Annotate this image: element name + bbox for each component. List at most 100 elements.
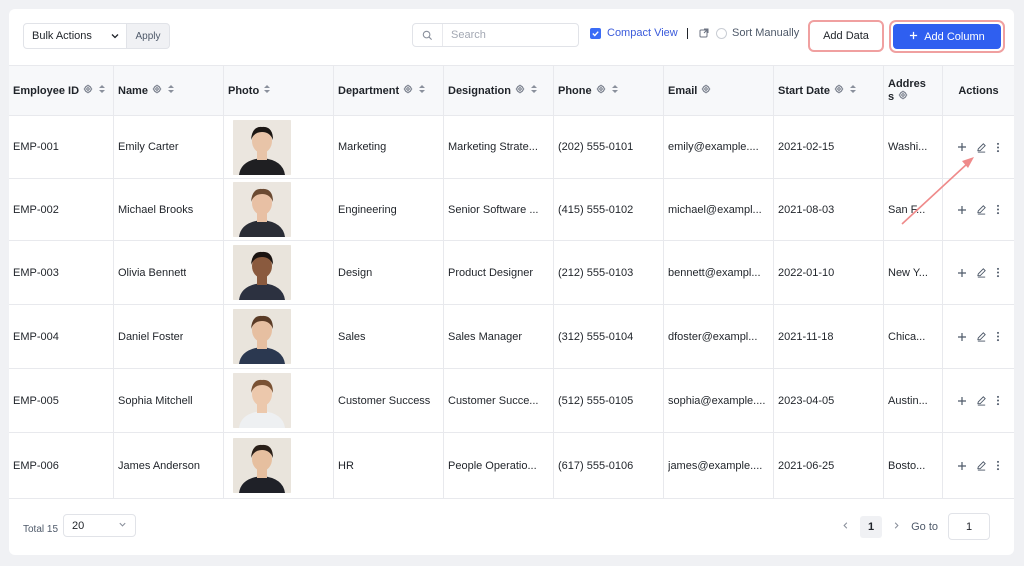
add-data-label: Add Data	[823, 30, 869, 42]
column-header-photo[interactable]: Photo	[224, 66, 334, 115]
avatar	[233, 309, 291, 364]
cell-start-date: 2021-06-25	[774, 433, 884, 498]
column-header-start-date[interactable]: Start Date	[774, 66, 884, 115]
column-header-email[interactable]: Email	[664, 66, 774, 115]
cell-id: EMP-005	[9, 369, 114, 432]
plus-icon[interactable]	[957, 205, 967, 215]
cell-department: Design	[334, 241, 444, 304]
gear-icon[interactable]	[83, 84, 93, 97]
more-vertical-icon[interactable]	[996, 204, 1000, 215]
cell-text: 2021-11-18	[778, 330, 834, 343]
pencil-icon[interactable]	[976, 460, 987, 471]
add-column-label: Add Column	[924, 30, 985, 43]
gear-icon[interactable]	[701, 84, 711, 97]
search-box[interactable]	[412, 23, 579, 47]
bulk-actions-select[interactable]: Bulk Actions	[23, 23, 127, 49]
next-page-icon[interactable]	[892, 521, 901, 533]
cell-email: emily@example....	[664, 116, 774, 178]
cell-text: EMP-003	[13, 266, 59, 279]
sort-icon[interactable]	[849, 84, 857, 97]
cell-id: EMP-004	[9, 305, 114, 368]
cell-photo	[224, 241, 334, 304]
cell-text: sophia@example....	[668, 394, 766, 407]
more-vertical-icon[interactable]	[996, 267, 1000, 278]
sort-icon[interactable]	[167, 84, 175, 97]
sort-icon[interactable]	[611, 84, 619, 97]
gear-icon[interactable]	[834, 84, 844, 97]
pencil-icon[interactable]	[976, 331, 987, 342]
sort-manually-toggle[interactable]: Sort Manually	[716, 27, 799, 39]
cell-text: (312) 555-0104	[558, 330, 634, 343]
add-column-button[interactable]: Add Column	[893, 24, 1001, 49]
cell-designation: Marketing Strate...	[444, 116, 554, 178]
column-header-designation[interactable]: Designation	[444, 66, 554, 115]
cell-start-date: 2023-04-05	[774, 369, 884, 432]
plus-icon	[909, 31, 918, 43]
column-header-employee-id[interactable]: Employee ID	[9, 66, 114, 115]
more-vertical-icon[interactable]	[996, 331, 1000, 342]
column-header-name[interactable]: Name	[114, 66, 224, 115]
pencil-icon[interactable]	[976, 267, 987, 278]
page-number-current[interactable]: 1	[860, 515, 883, 538]
cell-photo	[224, 116, 334, 178]
pencil-icon[interactable]	[976, 142, 987, 153]
page-size-select[interactable]: 20	[63, 514, 136, 537]
cell-text: Sales Manager	[448, 330, 522, 343]
cell-department: Sales	[334, 305, 444, 368]
header-icons	[83, 84, 106, 97]
sort-icon[interactable]	[530, 84, 538, 97]
bulk-actions-label: Bulk Actions	[32, 30, 92, 42]
avatar	[233, 373, 291, 428]
table-body: EMP-001 Emily Carter Marketing Marketing St…	[9, 116, 1014, 499]
apply-button[interactable]: Apply	[127, 23, 170, 49]
cell-phone: (312) 555-0104	[554, 305, 664, 368]
more-vertical-icon[interactable]	[996, 395, 1000, 406]
cell-text: Austin...	[888, 394, 928, 407]
cell-text: (202) 555-0101	[558, 141, 634, 153]
gear-icon[interactable]	[403, 84, 413, 97]
header-icons	[701, 84, 711, 97]
pencil-icon[interactable]	[976, 204, 987, 215]
header-icons	[515, 84, 538, 97]
column-header-label: Email	[668, 84, 698, 97]
add-data-button[interactable]: Add Data	[808, 20, 884, 52]
compact-view-toggle[interactable]: Compact View	[590, 27, 678, 39]
sort-icon[interactable]	[98, 84, 106, 97]
plus-icon[interactable]	[957, 268, 967, 278]
sort-icon[interactable]	[263, 84, 271, 97]
cell-text: dfoster@exampl...	[668, 330, 758, 343]
gear-icon[interactable]	[596, 84, 606, 97]
column-header-phone[interactable]: Phone	[554, 66, 664, 115]
goto-page-input[interactable]: 1	[948, 513, 990, 540]
cell-text: Product Designer	[448, 266, 533, 279]
column-header-department[interactable]: Department	[334, 66, 444, 115]
cell-text: Sophia Mitchell	[118, 394, 193, 407]
external-link-icon[interactable]	[699, 28, 709, 41]
search-input[interactable]	[443, 29, 571, 41]
cell-text: Michael Brooks	[118, 203, 194, 216]
more-vertical-icon[interactable]	[996, 142, 1000, 153]
more-vertical-icon[interactable]	[996, 460, 1000, 471]
header-icons	[596, 84, 619, 97]
gear-icon[interactable]	[898, 90, 908, 103]
cell-text: 2021-06-25	[778, 459, 835, 472]
cell-text: bennett@exampl...	[668, 266, 761, 279]
cell-actions	[943, 433, 1014, 498]
prev-page-icon[interactable]	[841, 521, 850, 533]
cell-text: emily@example....	[668, 141, 759, 153]
cell-text: (512) 555-0105	[558, 394, 634, 407]
column-header-actions[interactable]: Actions	[943, 66, 1014, 115]
pencil-icon[interactable]	[976, 395, 987, 406]
plus-icon[interactable]	[957, 332, 967, 342]
table-header: Employee ID Name Photo Department Designatio…	[9, 65, 1014, 116]
column-header-address[interactable]: Addres s	[884, 66, 943, 115]
cell-start-date: 2022-01-10	[774, 241, 884, 304]
gear-icon[interactable]	[515, 84, 525, 97]
cell-text: San F...	[888, 203, 926, 216]
cell-id: EMP-001	[9, 116, 114, 178]
plus-icon[interactable]	[957, 142, 967, 152]
plus-icon[interactable]	[957, 461, 967, 471]
sort-icon[interactable]	[418, 84, 426, 97]
gear-icon[interactable]	[152, 84, 162, 97]
plus-icon[interactable]	[957, 396, 967, 406]
